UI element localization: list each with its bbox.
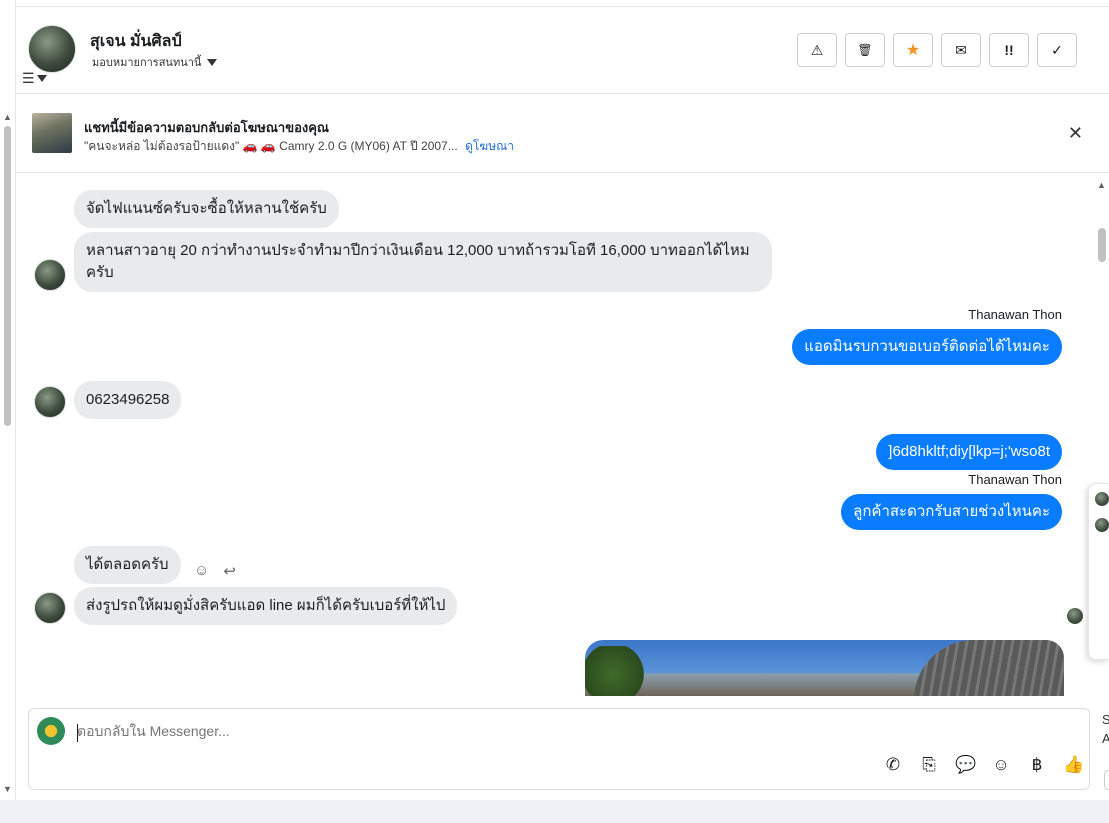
image-content bbox=[914, 640, 1064, 696]
seen-avatar bbox=[1067, 608, 1083, 624]
follow-up-button[interactable]: !! bbox=[989, 33, 1029, 67]
scroll-thumb[interactable] bbox=[1098, 228, 1106, 262]
conversation-header: สุเจน มั่นศิลป์ มอบหมายการสนทนานี้ ⚠ 🗑 ★… bbox=[16, 6, 1109, 94]
message-thread[interactable]: จัดไฟแนนซ์ครับจะซื้อให้หลานใช้ครับ หลานส… bbox=[16, 174, 1092, 696]
trash-icon: 🗑 bbox=[857, 43, 873, 57]
header-actions: ⚠ 🗑 ★ ✉ !! ✓ bbox=[797, 33, 1077, 67]
scroll-up-icon[interactable]: ▲ bbox=[3, 112, 12, 122]
incoming-message[interactable]: ส่งรูปรถให้ผมดูมั่งสิครับแอด line ผมก็ได… bbox=[74, 587, 458, 625]
baht-icon[interactable]: ฿ bbox=[1027, 755, 1047, 775]
emoji-icon[interactable]: ☺ bbox=[991, 755, 1011, 775]
attach-icon[interactable]: ⎘ bbox=[919, 755, 939, 775]
done-button[interactable]: ✓ bbox=[1037, 33, 1077, 67]
contact-avatar-small[interactable] bbox=[34, 386, 66, 418]
follow-up-icon: !! bbox=[1004, 42, 1014, 58]
scroll-thumb[interactable] bbox=[4, 126, 11, 426]
star-icon: ★ bbox=[905, 42, 921, 59]
panel-edge-button[interactable] bbox=[1104, 770, 1109, 790]
outgoing-message[interactable]: ลูกค้าสะดวกรับสายช่วงไหนคะ bbox=[841, 494, 1062, 530]
sliders-icon: ☰ bbox=[22, 70, 35, 86]
page-scrollbar[interactable]: ▲ ▼ bbox=[0, 0, 16, 823]
saved-reply-icon[interactable]: 💬 bbox=[955, 755, 976, 775]
contact-avatar-small[interactable] bbox=[34, 592, 66, 624]
panel-avatar[interactable] bbox=[1095, 518, 1109, 532]
ad-banner-title: แชทนี้มีข้อความตอบกลับต่อโฆษณาของคุณ bbox=[84, 120, 329, 135]
sender-name: Thanawan Thon bbox=[968, 307, 1062, 322]
contact-avatar[interactable] bbox=[28, 25, 76, 73]
ad-thumbnail[interactable] bbox=[32, 113, 72, 153]
outgoing-message[interactable]: ]6d8hkltf;diy[lkp=j;'wso8t bbox=[876, 434, 1062, 470]
chevron-down-icon bbox=[207, 58, 218, 66]
composer-toolbar: ✆ ⎘ 💬 ☺ ฿ 👍 bbox=[883, 755, 1084, 775]
edge-text: S bbox=[1102, 712, 1109, 727]
scroll-up-icon[interactable]: ▲ bbox=[1097, 180, 1106, 190]
incoming-message[interactable]: ได้ตลอดครับ bbox=[74, 546, 181, 584]
envelope-icon: ✉ bbox=[955, 41, 967, 58]
floating-chat-panel[interactable] bbox=[1088, 483, 1109, 660]
view-ad-link[interactable]: ดูโฆษณา bbox=[465, 139, 514, 153]
page-bottom bbox=[0, 800, 1109, 823]
edge-text: A bbox=[1102, 731, 1109, 746]
warning-icon: ⚠ bbox=[810, 41, 824, 58]
phone-plus-icon[interactable]: ✆ bbox=[883, 755, 903, 775]
star-button[interactable]: ★ bbox=[893, 33, 933, 67]
delete-button[interactable]: 🗑 bbox=[845, 33, 885, 67]
assign-conversation-dropdown[interactable]: มอบหมายการสนทนานี้ bbox=[92, 53, 218, 71]
message-tools: ☺ ↩ bbox=[194, 562, 236, 580]
outgoing-message[interactable]: แอดมินรบกวนขอเบอร์ติดต่อได้ไหมคะ bbox=[792, 329, 1062, 365]
reply-composer: ✆ ⎘ 💬 ☺ ฿ 👍 bbox=[28, 708, 1090, 790]
spam-button[interactable]: ⚠ bbox=[797, 33, 837, 67]
reply-input[interactable] bbox=[77, 723, 977, 739]
contact-avatar-small[interactable] bbox=[34, 259, 66, 291]
image-content bbox=[585, 646, 655, 696]
filter-button[interactable]: ☰ bbox=[22, 70, 47, 87]
reply-icon[interactable]: ↩ bbox=[223, 562, 236, 580]
scroll-down-icon[interactable]: ▼ bbox=[3, 784, 12, 794]
assign-label: มอบหมายการสนทนานี้ bbox=[92, 57, 202, 69]
image-attachment[interactable] bbox=[585, 640, 1064, 696]
incoming-message[interactable]: จัดไฟแนนซ์ครับจะซื้อให้หลานใช้ครับ bbox=[74, 190, 339, 228]
ad-reply-banner: แชทนี้มีข้อความตอบกลับต่อโฆษณาของคุณ "คน… bbox=[16, 95, 1109, 173]
chevron-down-icon bbox=[36, 75, 47, 82]
react-emoji-icon[interactable]: ☺ bbox=[194, 562, 209, 580]
mark-unread-button[interactable]: ✉ bbox=[941, 33, 981, 67]
contact-name[interactable]: สุเจน มั่นศิลป์ bbox=[90, 29, 182, 54]
incoming-message[interactable]: 0623496258 bbox=[74, 381, 182, 419]
page-avatar bbox=[37, 717, 65, 745]
ad-caption: "คนจะหล่อ ไม่ต้องรอป้ายแดง" 🚗 🚗 Camry 2.… bbox=[84, 139, 458, 153]
incoming-message[interactable]: หลานสาวอายุ 20 กว่าทำงานประจำทำมาปีกว่าเ… bbox=[74, 232, 772, 292]
ad-banner-subtitle: "คนจะหล่อ ไม่ต้องรอป้ายแดง" 🚗 🚗 Camry 2.… bbox=[84, 137, 514, 156]
sender-name: Thanawan Thon bbox=[968, 472, 1062, 487]
close-icon[interactable]: ✕ bbox=[1068, 123, 1083, 144]
like-icon[interactable]: 👍 bbox=[1063, 755, 1084, 775]
check-icon: ✓ bbox=[1051, 41, 1063, 58]
panel-avatar[interactable] bbox=[1095, 492, 1109, 506]
